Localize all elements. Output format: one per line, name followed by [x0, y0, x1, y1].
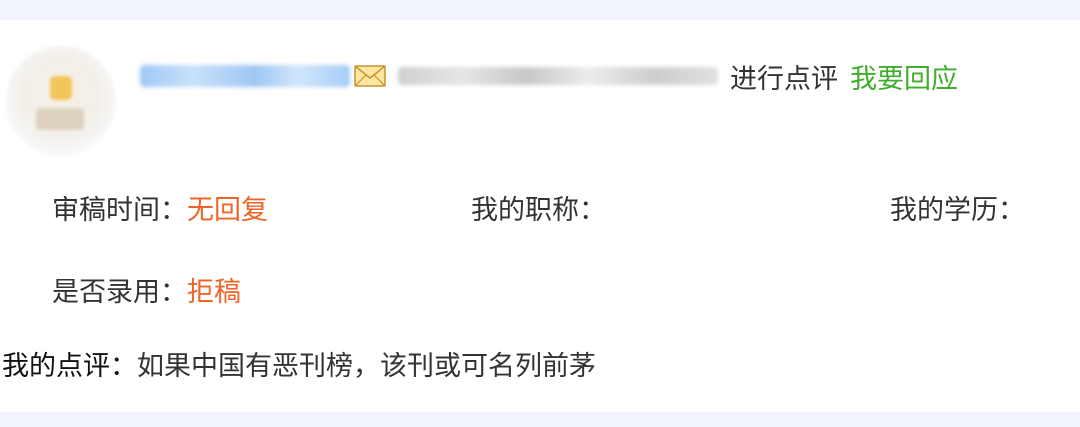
top-band — [0, 0, 1080, 20]
accepted-value: 拒稿 — [187, 277, 241, 308]
accepted-label: 是否录用： — [52, 277, 187, 308]
title-field: 我的职称： — [471, 188, 606, 227]
bottom-band — [0, 412, 1080, 427]
comment-label: 我的点评： — [2, 351, 137, 382]
avatar-body — [36, 108, 84, 130]
my-comment: 我的点评：如果中国有恶刊榜，该刊或可名列前茅 — [2, 344, 596, 383]
title-label: 我的职称： — [471, 195, 606, 226]
review-header: 进行点评 我要回应 — [140, 57, 958, 96]
education-label: 我的学历： — [890, 195, 1025, 226]
review-time-value: 无回复 — [187, 195, 268, 226]
blurred-timestamp — [398, 67, 718, 85]
review-action-text: 进行点评 — [730, 63, 838, 95]
avatar-head — [50, 76, 72, 100]
review-time-field: 审稿时间：无回复 — [52, 188, 268, 227]
blurred-username[interactable] — [140, 65, 350, 87]
accepted-field: 是否录用：拒稿 — [52, 270, 241, 309]
avatar — [6, 46, 116, 156]
review-time-label: 审稿时间： — [52, 195, 187, 226]
education-field: 我的学历： — [890, 188, 1025, 227]
comment-text: 如果中国有恶刊榜，该刊或可名列前茅 — [137, 351, 596, 382]
mail-icon[interactable] — [354, 64, 386, 88]
reply-link[interactable]: 我要回应 — [850, 57, 958, 96]
